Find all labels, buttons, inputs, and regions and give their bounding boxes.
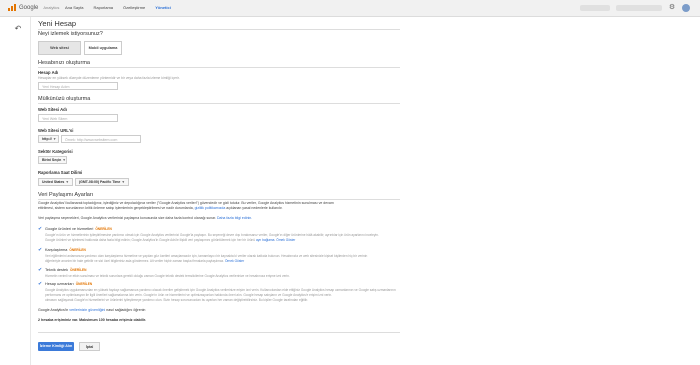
site-url-label: Web Sitesi URL'si: [38, 128, 74, 133]
account-switcher[interactable]: [580, 5, 610, 11]
account-limit-note: 2 hesaba erişiminiz var. Maksimum 100 he…: [38, 318, 146, 322]
option-desc: Hizmetin verimli ve etkin sunulması ve t…: [45, 274, 290, 278]
category-label: Sektör Kategorisi: [38, 149, 73, 154]
option-desc-line: diğerleriyle anonim bir hale getirilir v…: [45, 258, 225, 263]
timezone-label: Raporlama Saat Dilimi: [38, 170, 83, 175]
option-title: Karşılaştırma ÖNERİLEN: [45, 248, 86, 252]
top-right-controls: ⚙: [580, 4, 690, 12]
divider: [38, 103, 400, 104]
google-analytics-logo[interactable]: Google Analytics: [8, 4, 59, 11]
checkmark-icon[interactable]: ✔: [38, 268, 42, 273]
account-name-label: Hesap Adı: [38, 70, 59, 75]
top-bar: Google Analytics Ana Sayfa Raporlama Öze…: [0, 0, 700, 17]
privacy-policy-link[interactable]: gizlilik politikamızda: [195, 206, 226, 210]
chevron-down-icon: ▾: [122, 180, 125, 184]
category-select[interactable]: Birini Seçin ▾: [38, 156, 67, 164]
back-arrow-icon[interactable]: ↶: [13, 25, 23, 33]
separately-link[interactable]: ayrı bağlama: [256, 238, 274, 242]
nav-admin[interactable]: Yönetici: [150, 5, 176, 11]
nav-customization[interactable]: Özelleştirme: [118, 5, 150, 11]
settings-gear-icon[interactable]: ⚙: [668, 4, 676, 12]
option-desc-line: Veri eğilimlerini anlamanıza yardımcı ol…: [45, 254, 368, 258]
site-name-label: Web Sitesi Adı: [38, 107, 67, 112]
website-option-button[interactable]: Web sitesi: [38, 41, 81, 55]
category-value: Birini Seçin: [42, 158, 62, 162]
data-security-link[interactable]: verilerinizin güvenliğini: [69, 308, 105, 312]
timezone-select[interactable]: (GMT-08:00) Pacific Time ▾: [75, 178, 129, 186]
nav-reporting[interactable]: Raporlama: [88, 5, 118, 11]
timezone-value: (GMT-08:00) Pacific Time: [79, 180, 121, 184]
country-select[interactable]: United States ▾: [38, 178, 73, 186]
security-note: Google Analytics'in verilerinizin güvenl…: [38, 308, 145, 312]
account-limit-text: 2 hesaba erişiminiz var. Maksimum 100 he…: [38, 318, 147, 322]
option-desc: Veri eğilimlerini anlamanıza yardımcı ol…: [45, 254, 400, 264]
account-email[interactable]: [616, 5, 662, 11]
divider: [38, 67, 400, 68]
logo-sub: Analytics: [43, 5, 60, 10]
option-title: Google ürünleri ve hizmetleri ÖNERİLEN: [45, 227, 112, 231]
account-name-help: Hesaplar en yüksek düzeyde düzenleme yön…: [38, 76, 180, 80]
account-heading: Hesabınızı oluşturma: [38, 60, 90, 66]
divider: [38, 332, 400, 333]
mobile-app-option-button[interactable]: Mobil uygulama: [84, 41, 122, 55]
property-heading: Mülkünüzü oluşturma: [38, 96, 91, 102]
page-title: Yeni Hesap: [38, 19, 77, 28]
checkmark-icon[interactable]: ✔: [38, 282, 42, 287]
learn-more-link[interactable]: Daha fazla bilgi edinin.: [217, 216, 252, 220]
option-desc-line: Google'ın ürün ve hizmetlerinin iyileşti…: [45, 233, 379, 237]
protocol-value: http://: [42, 137, 52, 141]
account-name-input[interactable]: Yeni Hesap Adım: [38, 82, 118, 90]
site-name-input[interactable]: Yeni Web Sitem: [38, 114, 118, 122]
option-desc-line: Google Analytics uygulamanızdan en yükse…: [45, 288, 396, 292]
chevron-down-icon: ▾: [63, 158, 66, 162]
sharing-intro-2: Veri paylaşma seçenekleri, Google Analyt…: [38, 216, 400, 221]
option-title: Teknik destek ÖNERİLEN: [45, 268, 87, 272]
option-desc-line: Google ürünleri ve işletmesi hakkında da…: [45, 237, 256, 242]
recommended-badge: ÖNERİLEN: [75, 282, 93, 286]
intro-line-3: açıklanan yasal nedenlerle kullanılır.: [225, 206, 283, 211]
option-title-text: Hesap uzmanları: [45, 282, 74, 286]
security-note-b: nasıl sağladığını öğrenin: [105, 308, 146, 312]
option-desc: Google Analytics uygulamanızdan en yükse…: [45, 288, 400, 302]
chevron-down-icon: ▾: [66, 180, 69, 184]
recommended-badge: ÖNERİLEN: [69, 248, 86, 252]
get-tracking-id-button[interactable]: İzleme Kimliği Alın: [38, 342, 74, 351]
chevron-down-icon: ▾: [53, 137, 56, 141]
show-example-link[interactable]: Örnek Göster: [276, 238, 295, 242]
option-title-text: Google ürünleri ve hizmetleri: [45, 227, 94, 231]
show-example-link[interactable]: Örnek Göster: [225, 259, 244, 263]
option-title: Hesap uzmanları ÖNERİLEN: [45, 282, 92, 286]
user-avatar[interactable]: [682, 4, 690, 12]
country-value: United States: [42, 180, 65, 184]
sharing-intro: Google Analytics'i kullanarak topladığın…: [38, 201, 400, 212]
option-desc: Google'ın ürün ve hizmetlerinin iyileşti…: [45, 233, 379, 242]
option-title-text: Teknik destek: [45, 268, 69, 272]
divider: [38, 199, 400, 200]
protocol-select[interactable]: http://▾: [38, 135, 59, 143]
recommended-badge: ÖNERİLEN: [95, 227, 112, 231]
intro-line-1: Google Analytics'i kullanarak topladığın…: [38, 201, 334, 205]
intro-line-4: Veri paylaşma seçenekleri, Google Analyt…: [38, 216, 217, 220]
analytics-logo-icon: [8, 4, 16, 11]
security-note-a: Google Analytics'in: [38, 308, 70, 312]
main-nav: Ana Sayfa Raporlama Özelleştirme Yönetic…: [60, 5, 176, 11]
logo-text: Google: [19, 4, 39, 11]
recommended-badge: ÖNERİLEN: [70, 268, 87, 272]
option-desc-line: performans ve optimizasyon ile ilgili ön…: [45, 292, 332, 297]
left-sidebar: ↶: [0, 17, 31, 365]
checkmark-icon[interactable]: ✔: [38, 227, 42, 232]
divider: [38, 29, 400, 30]
site-url-input[interactable]: Örnek: http://www.websitem.com: [61, 135, 141, 143]
track-heading: Neyi izlemek istiyorsunuz?: [38, 31, 103, 37]
option-desc-line: olmasını sağlayarak Google'ın hizmetleri…: [45, 297, 308, 302]
nav-home[interactable]: Ana Sayfa: [60, 5, 88, 11]
cancel-button[interactable]: İptal: [79, 342, 100, 351]
option-title-text: Karşılaştırma: [45, 248, 68, 252]
sharing-heading: Veri Paylaşımı Ayarları: [38, 192, 94, 198]
checkmark-icon[interactable]: ✔: [38, 248, 42, 253]
intro-line-2: ettirilmesi, sistem sorunlarının kritik …: [38, 206, 194, 211]
